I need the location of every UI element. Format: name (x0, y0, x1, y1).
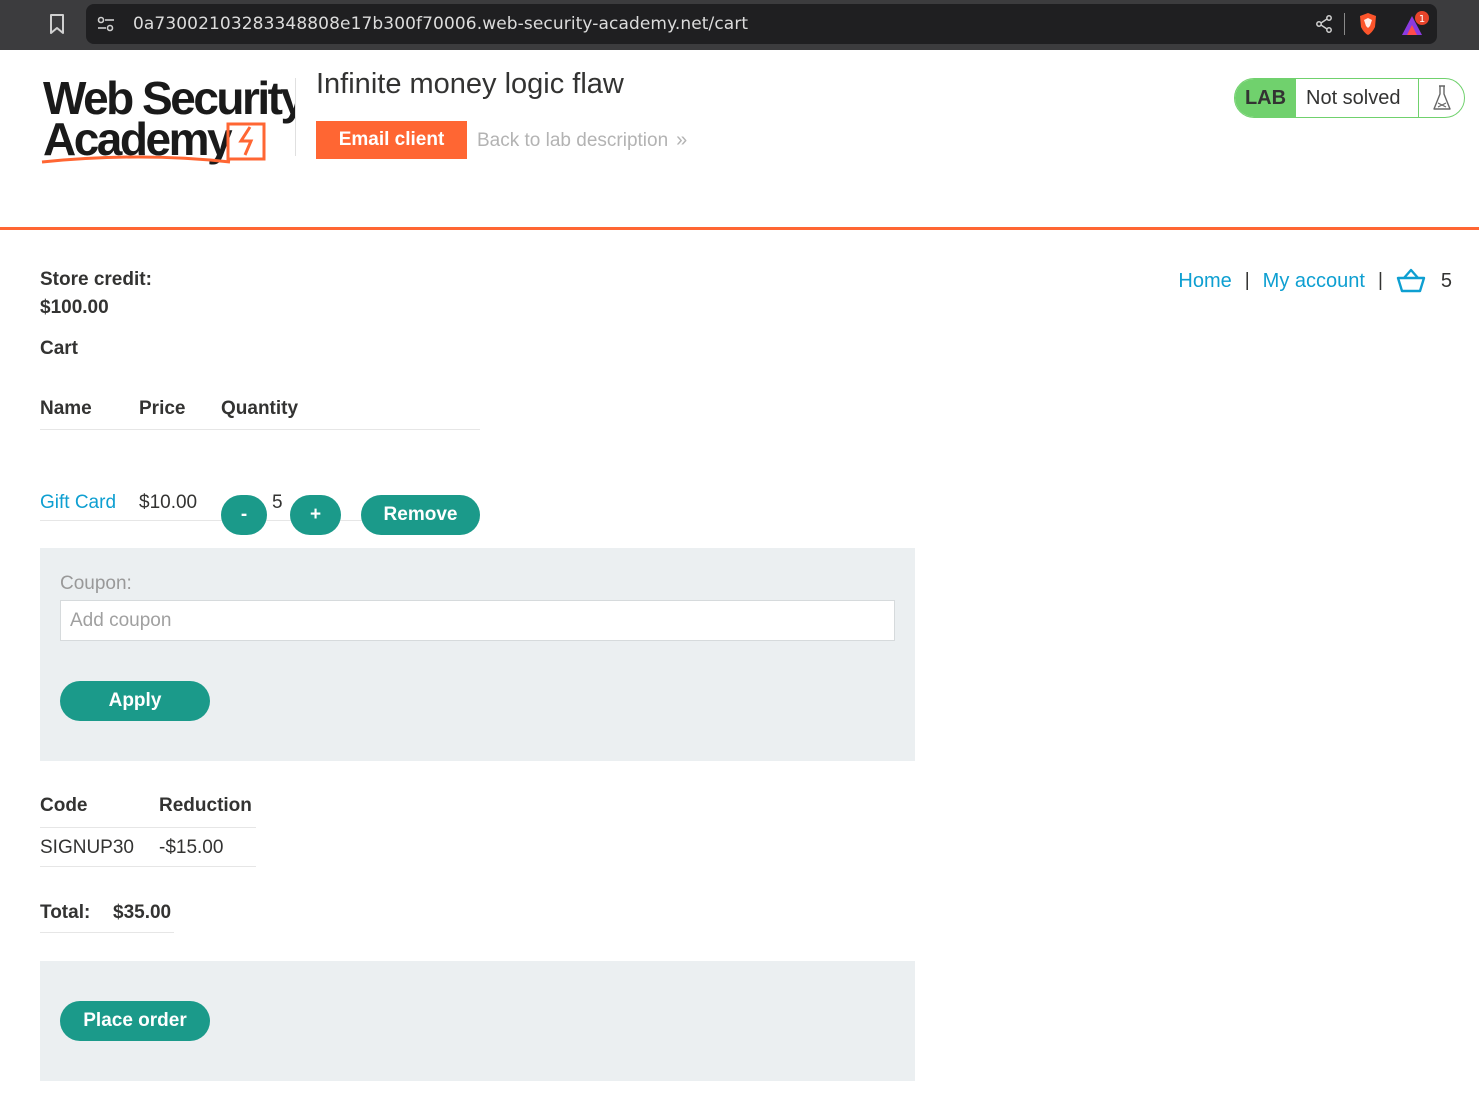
lab-badge: LAB (1235, 79, 1296, 117)
web-security-academy-logo[interactable]: Web Security Academy (40, 72, 295, 168)
coupon-input[interactable] (60, 600, 895, 641)
cart-total: Total: $35.00 (40, 893, 174, 933)
nav-separator: | (1377, 270, 1383, 291)
cart-table: Name Price Quantity Gift Card $10.00 - 5… (40, 390, 480, 535)
column-reduction: Reduction (159, 795, 252, 816)
back-link-label: Back to lab description (477, 129, 669, 151)
url-text[interactable]: 0a73002103283348808e17b300f70006.web-sec… (133, 14, 748, 34)
cart-heading: Cart (40, 338, 79, 359)
brave-shields-icon[interactable] (1357, 12, 1379, 36)
increase-quantity-button[interactable]: + (290, 495, 341, 535)
coupon-table-header: Code Reduction (40, 786, 256, 828)
apply-coupon-button[interactable]: Apply (60, 681, 210, 721)
item-price: $10.00 (139, 492, 198, 513)
back-to-lab-description-link[interactable]: Back to lab description » (477, 129, 687, 152)
flask-icon-container (1419, 79, 1464, 117)
lab-status-widget: LAB Not solved (1234, 78, 1465, 118)
my-account-link[interactable]: My account (1263, 270, 1365, 293)
column-name: Name (40, 398, 92, 419)
browser-toolbar: 0a73002103283348808e17b300f70006.web-sec… (0, 0, 1479, 50)
bookmark-icon[interactable] (46, 12, 68, 36)
nav-separator: | (1244, 270, 1250, 291)
lab-status-text: Not solved (1296, 79, 1419, 117)
store-credit-label: Store credit: (40, 269, 152, 290)
header-divider (295, 78, 296, 156)
coupon-label: Coupon: (60, 573, 132, 594)
coupon-reduction: -$15.00 (159, 837, 224, 858)
coupon-row: SIGNUP30 -$15.00 (40, 828, 256, 867)
checkout-form: Place order (40, 961, 915, 1081)
cart-table-header: Name Price Quantity (40, 390, 480, 430)
cart-count: 5 (1440, 269, 1452, 292)
total-value: $35.00 (113, 902, 172, 923)
item-quantity: 5 (272, 492, 283, 513)
header-rule (0, 227, 1479, 230)
item-name-link[interactable]: Gift Card (40, 492, 116, 514)
rewards-badge: 1 (1419, 14, 1425, 25)
remove-item-button[interactable]: Remove (361, 495, 480, 535)
chevron-right-icon: » (676, 129, 687, 151)
column-quantity: Quantity (221, 398, 299, 419)
column-price: Price (139, 398, 186, 419)
place-order-button[interactable]: Place order (60, 1001, 210, 1041)
cart-item-row: Gift Card $10.00 - 5 + Remove (40, 430, 480, 535)
site-settings-icon[interactable] (96, 15, 116, 33)
applied-coupons-table: Code Reduction SIGNUP30 -$15.00 (40, 786, 256, 867)
store-credit-value: $100.00 (40, 297, 109, 318)
home-link[interactable]: Home (1178, 270, 1231, 293)
flask-icon (1432, 85, 1451, 110)
coupon-code: SIGNUP30 (40, 837, 134, 858)
coupon-form: Coupon: Apply (40, 548, 915, 761)
email-client-button[interactable]: Email client (316, 121, 467, 159)
lab-title: Infinite money logic flaw (316, 68, 624, 100)
brave-rewards-icon[interactable]: 1 (1398, 10, 1432, 38)
column-code: Code (40, 795, 88, 816)
address-bar[interactable]: 0a73002103283348808e17b300f70006.web-sec… (86, 4, 1437, 44)
total-label: Total: (40, 902, 91, 923)
cart-basket-icon[interactable] (1396, 268, 1426, 294)
top-nav: Home | My account | 5 (1178, 268, 1452, 294)
share-icon[interactable] (1314, 14, 1334, 34)
toolbar-divider (1344, 13, 1345, 35)
decrease-quantity-button[interactable]: - (221, 495, 267, 535)
